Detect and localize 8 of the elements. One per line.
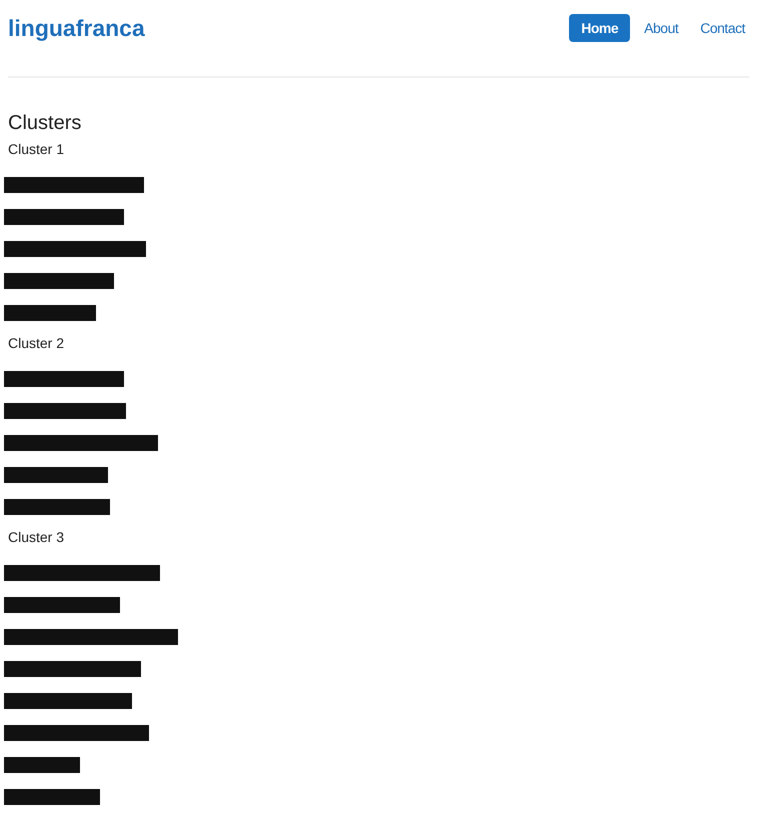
cluster-title: Cluster 1: [8, 141, 66, 159]
site-logo[interactable]: linguafranca: [8, 14, 145, 42]
cluster-title: Cluster 3: [8, 529, 66, 547]
nav-link[interactable]: About: [636, 14, 686, 42]
nav-link[interactable]: Contact: [692, 14, 753, 42]
page-heading: Clusters: [8, 112, 82, 135]
nav-link[interactable]: Home: [569, 14, 630, 42]
cluster-title: Cluster 2: [8, 335, 66, 353]
